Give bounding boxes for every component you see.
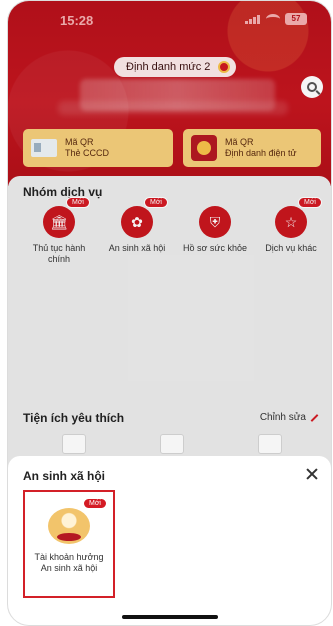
sheet-title: An sinh xã hội <box>23 469 106 483</box>
phone-screen: 15:28 57 Định danh mức 2 Mã QR Thẻ CCCD <box>7 0 332 626</box>
bottom-sheet: An sinh xã hội Mới Tài khoản hưởng An si… <box>8 456 331 625</box>
new-badge: Mới <box>83 498 107 509</box>
close-icon[interactable] <box>305 467 319 481</box>
home-indicator <box>122 615 218 619</box>
social-account-icon <box>48 508 90 544</box>
sheet-item-label: Tài khoản hưởng An sinh xã hội <box>34 552 104 573</box>
social-security-account-item[interactable]: Mới Tài khoản hưởng An sinh xã hội <box>23 490 115 598</box>
